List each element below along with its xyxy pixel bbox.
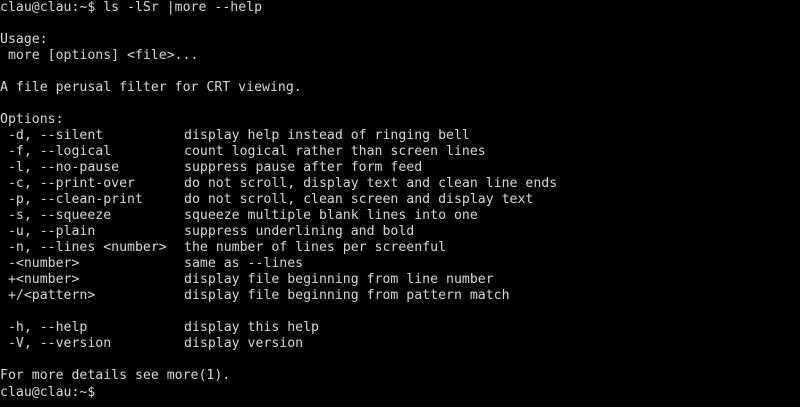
option-description: do not scroll, clean screen and display … [184, 192, 534, 207]
option-flag: -V, --version [0, 336, 112, 351]
option-flag: -l, --no-pause [0, 160, 120, 175]
options-list: -d, --silent display help instead of ring… [0, 128, 800, 304]
option-description: suppress pause after form feed [184, 160, 423, 175]
command-line: clau@clau:~$ ls -lSr |more --help [0, 0, 800, 16]
option-row: -p, --clean-print do not scroll, clean sc… [0, 192, 800, 208]
footer-line: For more details see more(1). [0, 368, 231, 383]
option-row: +<number> display file beginning from lin… [0, 272, 800, 288]
option-description: the number of lines per screenful [184, 240, 447, 255]
option-description: suppress underlining and bold [184, 224, 415, 239]
options-header: Options: [0, 112, 64, 127]
option-row: -s, --squeeze squeeze multiple blank line… [0, 208, 800, 224]
option-description: display version [184, 336, 304, 351]
option-flag: -h, --help [0, 320, 88, 335]
option-flag: +<number> [0, 272, 80, 287]
help-options-list: -h, --help display this help -V, --versio… [0, 320, 800, 352]
final-prompt-line[interactable]: clau@clau:~$ [0, 384, 800, 400]
option-description: count logical rather than screen lines [184, 144, 486, 159]
option-description: do not scroll, display text and clean li… [184, 176, 558, 191]
option-flag: -d, --silent [0, 128, 104, 143]
option-description: display file beginning from pattern matc… [184, 288, 510, 303]
option-flag: -<number> [0, 256, 80, 271]
option-row: -V, --version display version [0, 336, 800, 352]
option-description: display file beginning from line number [184, 272, 494, 287]
shell-prompt: clau@clau:~$ [0, 385, 96, 400]
description-line: A file perusal filter for CRT viewing. [0, 80, 302, 95]
option-flag: -f, --logical [0, 144, 112, 159]
usage-header: Usage: [0, 32, 48, 47]
option-row: -d, --silent display help instead of ring… [0, 128, 800, 144]
option-description: same as --lines [184, 256, 304, 271]
option-row: -l, --no-pause suppress pause after form … [0, 160, 800, 176]
option-description: display this help [184, 320, 319, 335]
option-description: squeeze multiple blank lines into one [184, 208, 478, 223]
option-flag: -n, --lines <number> [0, 240, 167, 255]
option-flag: -s, --squeeze [0, 208, 112, 223]
option-row: -f, --logical count logical rather than s… [0, 144, 800, 160]
shell-prompt: clau@clau:~$ [0, 0, 96, 15]
option-description: display help instead of ringing bell [184, 128, 470, 143]
option-row: -n, --lines <number> the number of lines … [0, 240, 800, 256]
option-row: -h, --help display this help [0, 320, 800, 336]
option-flag: -p, --clean-print [0, 192, 143, 207]
terminal-window[interactable]: clau@clau:~$ ls -lSr |more --help Usage:… [0, 0, 800, 407]
option-flag: -c, --print-over [0, 176, 135, 191]
option-row: -<number> same as --lines [0, 256, 800, 272]
option-row: -u, --plain suppress underlining and bold [0, 224, 800, 240]
shell-command: ls -lSr |more --help [95, 0, 263, 15]
usage-line: more [options] <file>... [0, 48, 199, 63]
option-flag: +/<pattern> [0, 288, 96, 303]
option-row: -c, --print-over do not scroll, display t… [0, 176, 800, 192]
option-flag: -u, --plain [0, 224, 96, 239]
option-row: +/<pattern> display file beginning from p… [0, 288, 800, 304]
cursor [95, 384, 103, 398]
